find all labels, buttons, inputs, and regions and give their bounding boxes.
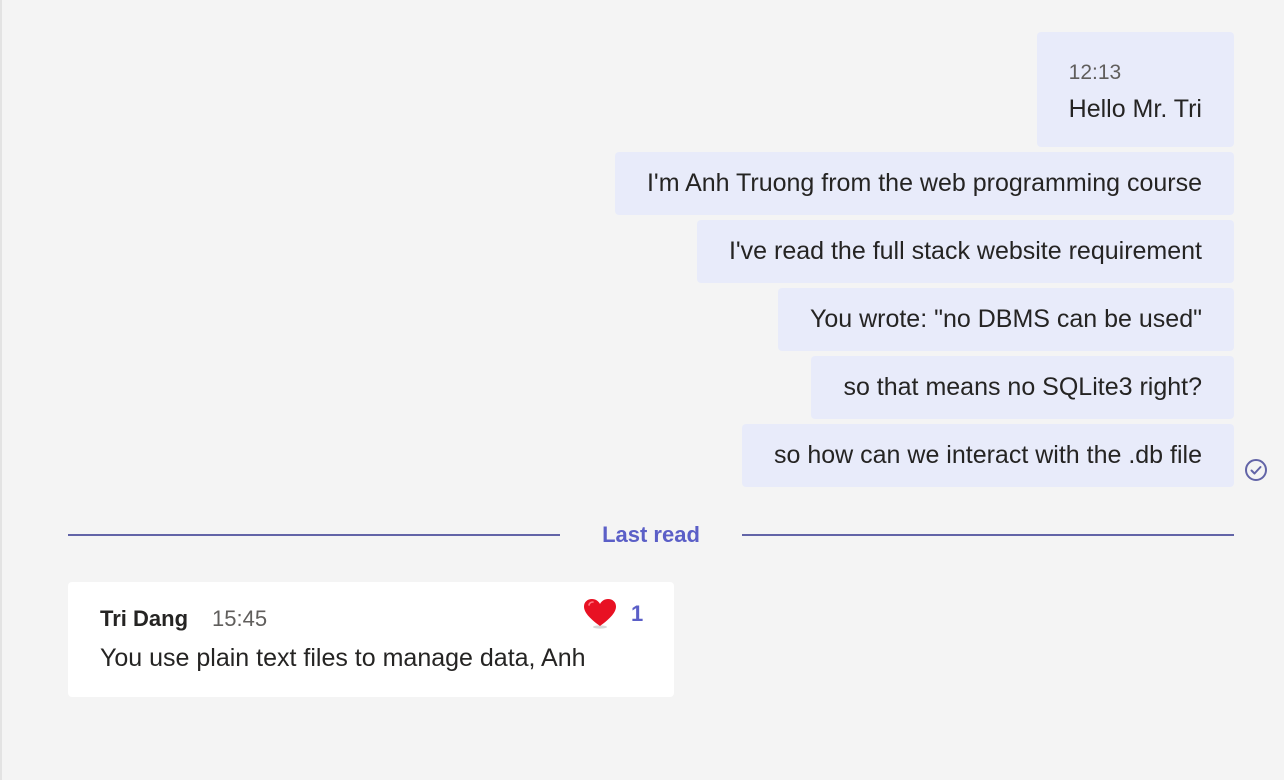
message-text: I'm Anh Truong from the web programming … [646,169,1202,197]
message-text: so how can we interact with the .db file [773,441,1202,469]
sent-message-group: 12:13 Hello Mr. Tri I'm Anh Truong from … [614,32,1234,487]
message-timestamp: 15:45 [212,606,268,631]
last-read-divider: Last read [68,520,1234,550]
message-text: I've read the full stack website require… [728,237,1202,265]
heart-icon [584,599,616,629]
reaction-count: 1 [631,601,644,626]
sent-message-bubble[interactable]: I'm Anh Truong from the web programming … [614,152,1234,215]
sent-message-bubble[interactable]: 12:13 Hello Mr. Tri [1036,32,1234,147]
message-meta: Tri Dang 15:45 [100,606,642,636]
message-text: You wrote: "no DBMS can be used" [809,305,1202,333]
sent-message-bubble[interactable]: I've read the full stack website require… [696,220,1234,283]
sender-name: Tri Dang [100,606,189,631]
check-circle-icon [1245,459,1267,481]
sent-message-bubble[interactable]: You wrote: "no DBMS can be used" [777,288,1234,351]
message-timestamp: 12:13 [1068,60,1122,84]
sent-message-bubble[interactable]: so how can we interact with the .db file [741,424,1234,487]
heart-reaction[interactable]: 1 [583,598,643,630]
sent-message-bubble[interactable]: so that means no SQLite3 right? [811,356,1234,419]
message-text: Hello Mr. Tri [1068,94,1202,123]
chat-thread: 12:13 Hello Mr. Tri I'm Anh Truong from … [0,0,1284,780]
message-text: You use plain text files to manage data,… [100,644,586,672]
divider-line-right [742,534,1234,536]
received-message-bubble[interactable]: Tri Dang 15:45 You use plain text files … [68,582,674,697]
divider-line-left [68,534,560,536]
message-text: so that means no SQLite3 right? [843,373,1202,401]
last-read-label: Last read [602,522,700,547]
